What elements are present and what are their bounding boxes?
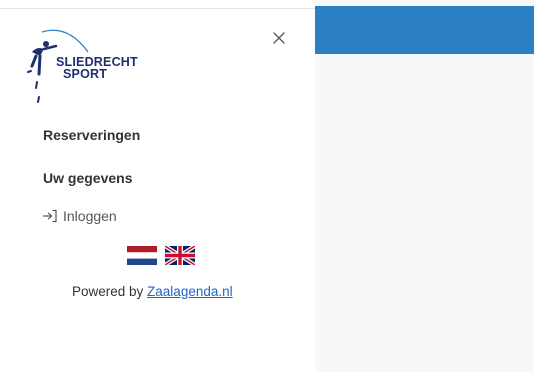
powered-by-text: Powered by Zaalagenda.nl xyxy=(72,284,233,299)
close-icon xyxy=(273,32,285,44)
main-content xyxy=(315,0,534,372)
zaalagenda-link[interactable]: Zaalagenda.nl xyxy=(147,284,233,299)
language-selector xyxy=(127,246,195,265)
logo-text-line2: SPORT xyxy=(63,67,108,81)
nav-item-reserveringen[interactable]: Reserveringen xyxy=(43,127,140,143)
login-link[interactable]: Inloggen xyxy=(42,208,117,224)
flag-nl-icon[interactable] xyxy=(127,246,157,265)
powered-by-prefix: Powered by xyxy=(72,284,148,299)
nav-item-uw-gegevens[interactable]: Uw gegevens xyxy=(43,170,132,186)
flag-uk-icon[interactable] xyxy=(165,246,195,265)
main-header-bar xyxy=(315,6,534,54)
sliedrecht-sport-logo[interactable]: SLIEDRECHT SPORT xyxy=(22,22,152,110)
login-arrow-icon xyxy=(42,209,57,223)
login-label: Inloggen xyxy=(63,208,117,224)
close-button[interactable] xyxy=(268,27,290,49)
